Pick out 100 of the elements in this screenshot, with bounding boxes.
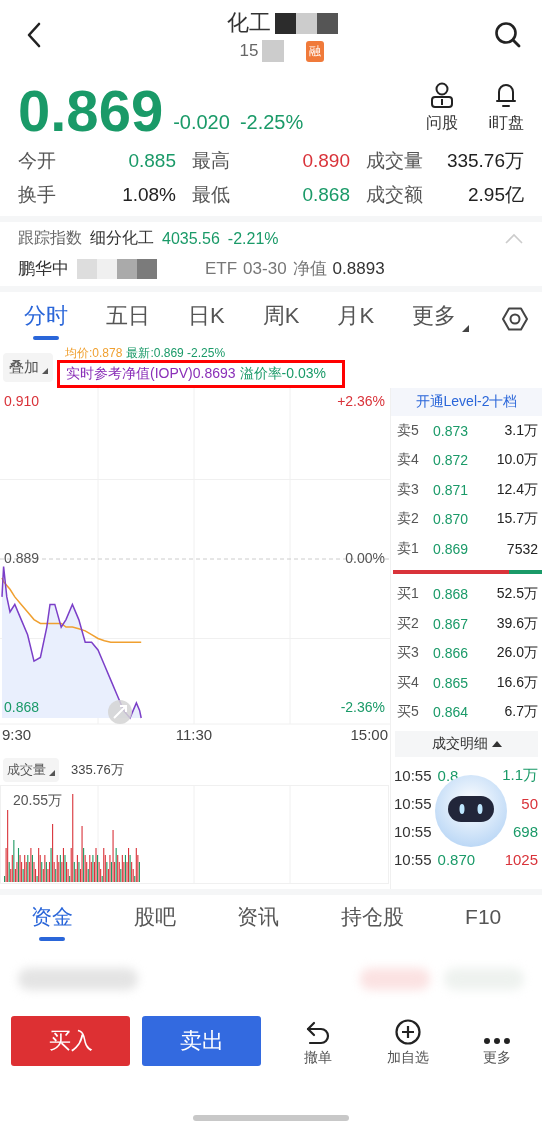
change-percent: -2.25% bbox=[239, 111, 304, 134]
quote-action-button[interactable]: 问股 bbox=[426, 80, 459, 134]
stat-label: 最高 bbox=[192, 149, 230, 173]
undo-icon bbox=[304, 1021, 331, 1045]
bid-volume: 52.5万 bbox=[496, 585, 538, 604]
redaction-block bbox=[262, 40, 285, 62]
bid-label: 买4 bbox=[397, 673, 420, 692]
iopv-value: 实时参考净值(IOPV)0.8693 bbox=[66, 365, 236, 383]
trade-volume: 698 bbox=[512, 822, 538, 840]
index-value: 4035.56 bbox=[162, 229, 220, 248]
ask-volume: 3.1万 bbox=[504, 421, 538, 440]
nav-date: 03-30 bbox=[243, 258, 287, 279]
margin-badge: 融 bbox=[306, 40, 325, 62]
buy-button[interactable]: 买入 bbox=[11, 1016, 130, 1066]
ask-price: 0.873 bbox=[433, 422, 470, 439]
settings-icon[interactable] bbox=[502, 306, 528, 332]
blurred-placeholder bbox=[360, 968, 430, 990]
overlay-button[interactable]: 叠加 bbox=[3, 352, 53, 382]
person-icon bbox=[429, 80, 456, 109]
bid-volume: 39.6万 bbox=[496, 614, 538, 633]
nav-value: 0.8893 bbox=[332, 258, 385, 279]
bid-price: 0.867 bbox=[433, 615, 470, 632]
time-tick: 15:00 bbox=[350, 726, 388, 743]
chart-tab[interactable]: 周K bbox=[248, 298, 314, 340]
more-icon bbox=[483, 1037, 512, 1045]
ask-volume: 12.4万 bbox=[496, 480, 538, 499]
trade-volume: 1.1万 bbox=[502, 765, 538, 785]
price-tick: 0.889 bbox=[4, 550, 40, 566]
toolbar-button[interactable]: 更多 bbox=[452, 1015, 542, 1067]
ask-label: 卖5 bbox=[397, 421, 420, 440]
bid-label: 买5 bbox=[397, 703, 420, 722]
price-tick: 0.910 bbox=[4, 393, 40, 409]
stat-label: 成交额 bbox=[366, 183, 423, 207]
level2-promo[interactable]: 开通Level-2十档 bbox=[391, 388, 542, 416]
percent-tick: +2.36% bbox=[337, 393, 385, 409]
index-change: -2.21% bbox=[227, 229, 279, 248]
bid-volume: 26.0万 bbox=[496, 644, 538, 663]
stat-value: 2.95亿 bbox=[468, 183, 524, 207]
stock-title: 化工 bbox=[226, 9, 271, 37]
sell-button[interactable]: 卖出 bbox=[142, 1016, 261, 1066]
ask-label: 卖2 bbox=[397, 510, 420, 529]
bid-volume: 16.6万 bbox=[496, 673, 538, 692]
quote-action-button[interactable]: i盯盘 bbox=[488, 80, 524, 134]
fund-type: ETF bbox=[205, 258, 238, 279]
time-tick: 11:30 bbox=[175, 726, 213, 743]
stat-value: 0.885 bbox=[128, 150, 176, 172]
index-name: 细分化工 bbox=[90, 228, 154, 248]
dropdown-icon bbox=[42, 367, 48, 374]
time-tick: 9:30 bbox=[2, 726, 32, 743]
bid-volume: 6.7万 bbox=[504, 703, 538, 722]
stat-label: 今开 bbox=[18, 149, 56, 173]
volume-total: 335.76万 bbox=[71, 761, 124, 779]
chart-tab[interactable]: 分时 bbox=[10, 298, 82, 340]
bid-price: 0.864 bbox=[433, 704, 470, 721]
dropdown-icon bbox=[462, 325, 470, 332]
bid-price: 0.866 bbox=[433, 645, 470, 662]
stock-code: 15 bbox=[239, 41, 259, 61]
ask-volume: 7532 bbox=[506, 540, 538, 557]
trade-detail-button[interactable]: 成交明细 bbox=[395, 731, 538, 757]
stat-value: 0.868 bbox=[302, 184, 350, 206]
latest-price: 最新:0.869 -2.25% bbox=[126, 346, 226, 360]
chart-tab[interactable]: 更多 bbox=[398, 298, 484, 340]
section-tab[interactable]: 资讯 bbox=[237, 901, 280, 941]
toolbar-button[interactable]: 加自选 bbox=[362, 1015, 453, 1067]
caret-icon bbox=[491, 741, 502, 747]
nav-label: 净值 bbox=[292, 258, 327, 280]
section-tab[interactable]: 资金 bbox=[30, 901, 73, 941]
bid-label: 买1 bbox=[397, 585, 420, 604]
last-price: 0.869 bbox=[18, 82, 164, 140]
redaction-block bbox=[274, 12, 338, 34]
stat-value: 1.08% bbox=[122, 184, 176, 206]
average-price: 均价:0.878 bbox=[65, 346, 123, 360]
trade-volume: 50 bbox=[521, 794, 538, 812]
trade-time: 10:55 bbox=[394, 822, 432, 840]
toolbar-button[interactable]: 撤单 bbox=[273, 1015, 363, 1067]
percent-tick: -2.36% bbox=[340, 699, 385, 715]
stat-label: 换手 bbox=[18, 183, 56, 207]
premium-rate: 溢价率-0.03% bbox=[239, 365, 326, 383]
ask-volume: 10.0万 bbox=[496, 451, 538, 470]
dropdown-icon bbox=[49, 770, 55, 776]
tracking-label: 跟踪指数 bbox=[18, 228, 82, 248]
section-tab[interactable]: 股吧 bbox=[134, 901, 177, 941]
volume-max: 20.55万 bbox=[13, 792, 63, 808]
chart-tab[interactable]: 月K bbox=[323, 298, 389, 340]
stat-label: 最低 bbox=[192, 183, 230, 207]
section-tab[interactable]: 持仓股 bbox=[340, 901, 404, 941]
search-icon[interactable] bbox=[494, 21, 522, 49]
ask-label: 卖1 bbox=[397, 539, 420, 558]
bid-price: 0.868 bbox=[433, 586, 470, 603]
chart-tab[interactable]: 日K bbox=[174, 298, 239, 340]
back-icon[interactable] bbox=[26, 22, 42, 48]
stat-value: 335.76万 bbox=[446, 149, 524, 173]
trade-time: 10:55 bbox=[394, 850, 432, 868]
volume-selector[interactable]: 成交量 bbox=[3, 758, 59, 782]
chart-tab[interactable]: 五日 bbox=[92, 298, 164, 340]
section-tab[interactable]: F10 bbox=[465, 901, 502, 941]
trade-time: 10:55 bbox=[394, 794, 432, 812]
ask-price: 0.869 bbox=[433, 540, 470, 557]
add-icon bbox=[394, 1019, 421, 1045]
bid-label: 买2 bbox=[397, 614, 420, 633]
